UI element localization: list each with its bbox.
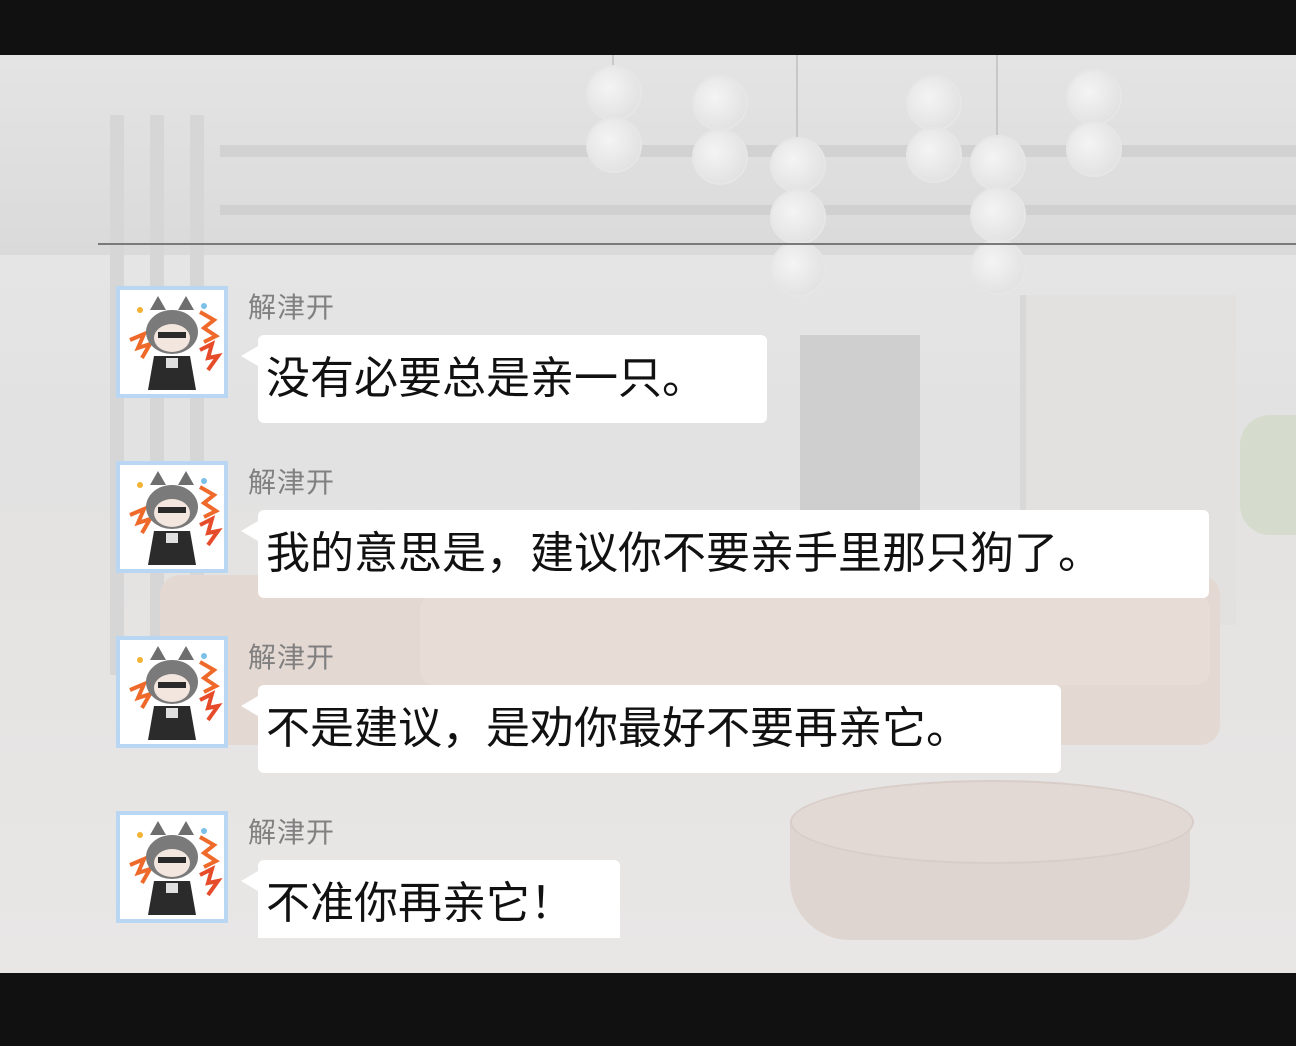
pendant-bulb-icon (970, 239, 1026, 295)
wolf-avatar-icon[interactable] (116, 461, 228, 573)
pendant-bulb-icon (692, 75, 748, 131)
message-bubble[interactable]: 没有必要总是亲一只。 (258, 335, 767, 423)
background-plant (1240, 415, 1296, 535)
wolf-avatar-icon[interactable] (116, 636, 228, 748)
sender-name: 解津开 (248, 641, 336, 674)
pendant-wire (796, 55, 798, 140)
pendant-bulb-icon (586, 65, 642, 121)
pendant-bulb-icon (970, 187, 1026, 243)
message-bubble[interactable]: 不准你再亲它！ (258, 860, 620, 938)
pendant-bulb-icon (1066, 121, 1122, 177)
pendant-bulb-icon (770, 189, 826, 245)
chat-scene: 解津开 没有必要总是亲一只。 解津开 我的意思是，建议你不要亲手里那只狗了。 解… (0, 55, 1296, 973)
background-table (790, 780, 1194, 864)
pendant-wire (996, 55, 998, 135)
sender-name: 解津开 (248, 291, 336, 324)
chat-divider (98, 243, 1296, 245)
message-bubble[interactable]: 我的意思是，建议你不要亲手里那只狗了。 (258, 510, 1209, 598)
sender-name: 解津开 (248, 466, 336, 499)
letterbox-top (0, 0, 1296, 55)
pendant-bulb-icon (692, 129, 748, 185)
sender-name: 解津开 (248, 816, 336, 849)
pendant-bulb-icon (906, 127, 962, 183)
bubble-tail (241, 346, 258, 366)
pendant-bulb-icon (770, 241, 826, 297)
background-sofa-back (420, 595, 1210, 685)
pendant-bulb-icon (970, 135, 1026, 191)
background-beam (220, 205, 1296, 215)
bubble-tail (241, 696, 258, 716)
bubble-tail (241, 521, 258, 541)
message-bubble[interactable]: 不是建议，是劝你最好不要再亲它。 (258, 685, 1061, 773)
wolf-avatar-icon[interactable] (116, 811, 228, 923)
pendant-bulb-icon (1066, 69, 1122, 125)
bubble-tail (241, 871, 258, 891)
pendant-bulb-icon (906, 75, 962, 131)
wolf-avatar-icon[interactable] (116, 286, 228, 398)
background-beam (220, 145, 1296, 157)
pendant-bulb-icon (586, 117, 642, 173)
pendant-bulb-icon (770, 137, 826, 193)
letterbox-bottom (0, 973, 1296, 1046)
